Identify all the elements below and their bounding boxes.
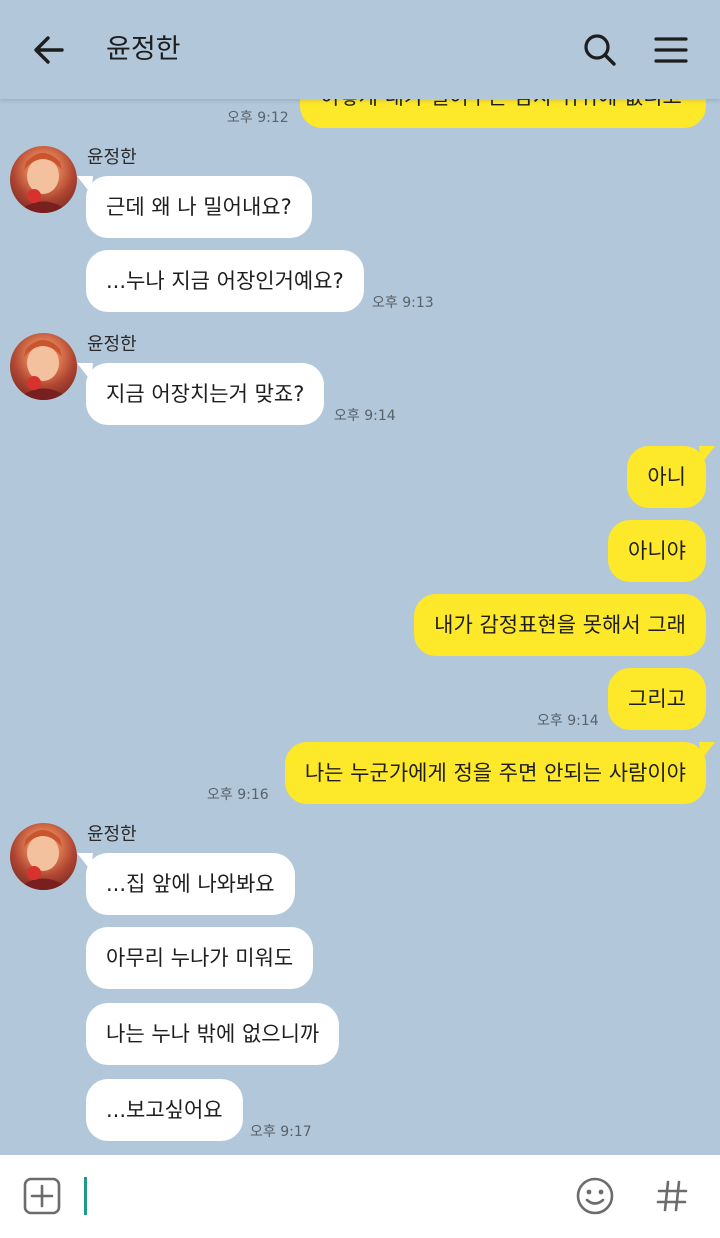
avatar[interactable]	[10, 146, 77, 213]
message-text: 지금 어장치는거 맞죠?	[106, 382, 305, 406]
message-bubble-incoming[interactable]: 지금 어장치는거 맞죠?	[77, 363, 325, 425]
message-timestamp: 오후 9:17	[250, 1124, 312, 1140]
message-bubble-outgoing[interactable]: 내가 감정표현을 못해서 그래	[414, 594, 706, 656]
message-text: 근데 왜 나 밀어내요?	[106, 195, 292, 219]
message-bubble-incoming[interactable]: ...집 앞에 나와봐요	[77, 853, 295, 915]
message-text: 내가 감정표현을 못해서 그래	[434, 613, 686, 637]
hashtag-button[interactable]	[649, 1173, 695, 1219]
profile-photo-icon	[16, 830, 71, 890]
chat-screen: 이렇게 내가 밀어주는 감자 뒤뷔에 없니고 오후 9:12 윤정한 근데 왜 …	[0, 0, 720, 1238]
message-bubble-outgoing[interactable]: 아니야	[608, 520, 706, 582]
message-input-bar	[0, 1155, 720, 1238]
attach-button[interactable]	[19, 1173, 65, 1219]
avatar[interactable]	[10, 333, 77, 400]
message-timestamp: 오후 9:13	[372, 295, 434, 311]
back-button[interactable]	[23, 24, 75, 76]
message-timestamp: 오후 9:12	[227, 110, 289, 126]
message-input[interactable]	[86, 1175, 556, 1217]
message-bubble-incoming[interactable]: ...보고싶어요	[86, 1079, 243, 1141]
message-text: 아무리 누나가 미워도	[106, 946, 294, 970]
message-text: ...집 앞에 나와봐요	[106, 872, 275, 896]
message-text: 나는 누나 밖에 없으니까	[106, 1022, 320, 1046]
sender-name: 윤정한	[87, 334, 137, 355]
smiley-icon	[576, 1177, 614, 1215]
message-text: 아니	[647, 465, 686, 489]
bubble-tail-icon	[699, 742, 715, 760]
bubble-tail-icon	[699, 446, 715, 464]
profile-photo-icon	[16, 153, 71, 213]
hash-icon	[656, 1180, 688, 1212]
message-bubble-incoming[interactable]: ...누나 지금 어장인거예요?	[86, 250, 364, 312]
message-list[interactable]: 이렇게 내가 밀어주는 감자 뒤뷔에 없니고 오후 9:12 윤정한 근데 왜 …	[0, 0, 720, 1155]
profile-photo-icon	[16, 340, 71, 400]
message-text: 그리고	[628, 687, 686, 711]
message-bubble-incoming[interactable]: 아무리 누나가 미워도	[86, 927, 314, 989]
sender-name: 윤정한	[87, 147, 137, 168]
hamburger-menu-icon	[654, 37, 688, 63]
search-icon	[584, 34, 616, 66]
emoji-button[interactable]	[572, 1173, 618, 1219]
message-text: 나는 누군가에게 정을 주면 안되는 사람이야	[304, 761, 686, 785]
message-timestamp: 오후 9:14	[537, 713, 599, 729]
plus-square-icon	[23, 1177, 61, 1215]
search-button[interactable]	[574, 24, 626, 76]
message-text: 아니야	[628, 539, 686, 563]
bubble-tail-icon	[77, 853, 93, 871]
message-text: ...보고싶어요	[106, 1098, 223, 1122]
message-bubble-outgoing[interactable]: 아니	[627, 446, 715, 508]
message-bubble-outgoing[interactable]: 나는 누군가에게 정을 주면 안되는 사람이야	[284, 742, 715, 804]
sender-name: 윤정한	[87, 824, 137, 845]
message-timestamp: 오후 9:14	[334, 408, 396, 424]
chat-title: 윤정한	[106, 34, 181, 65]
bubble-tail-icon	[77, 363, 93, 381]
bubble-tail-icon	[77, 176, 93, 194]
message-bubble-outgoing[interactable]: 그리고	[608, 668, 706, 730]
message-timestamp: 오후 9:16	[207, 787, 269, 803]
message-text: ...누나 지금 어장인거예요?	[106, 269, 344, 293]
message-bubble-incoming[interactable]: 근데 왜 나 밀어내요?	[77, 176, 312, 238]
avatar[interactable]	[10, 823, 77, 890]
arrow-left-icon	[34, 36, 64, 64]
chat-header: 윤정한	[0, 0, 720, 99]
message-bubble-incoming[interactable]: 나는 누나 밖에 없으니까	[86, 1003, 340, 1065]
menu-button[interactable]	[645, 24, 697, 76]
